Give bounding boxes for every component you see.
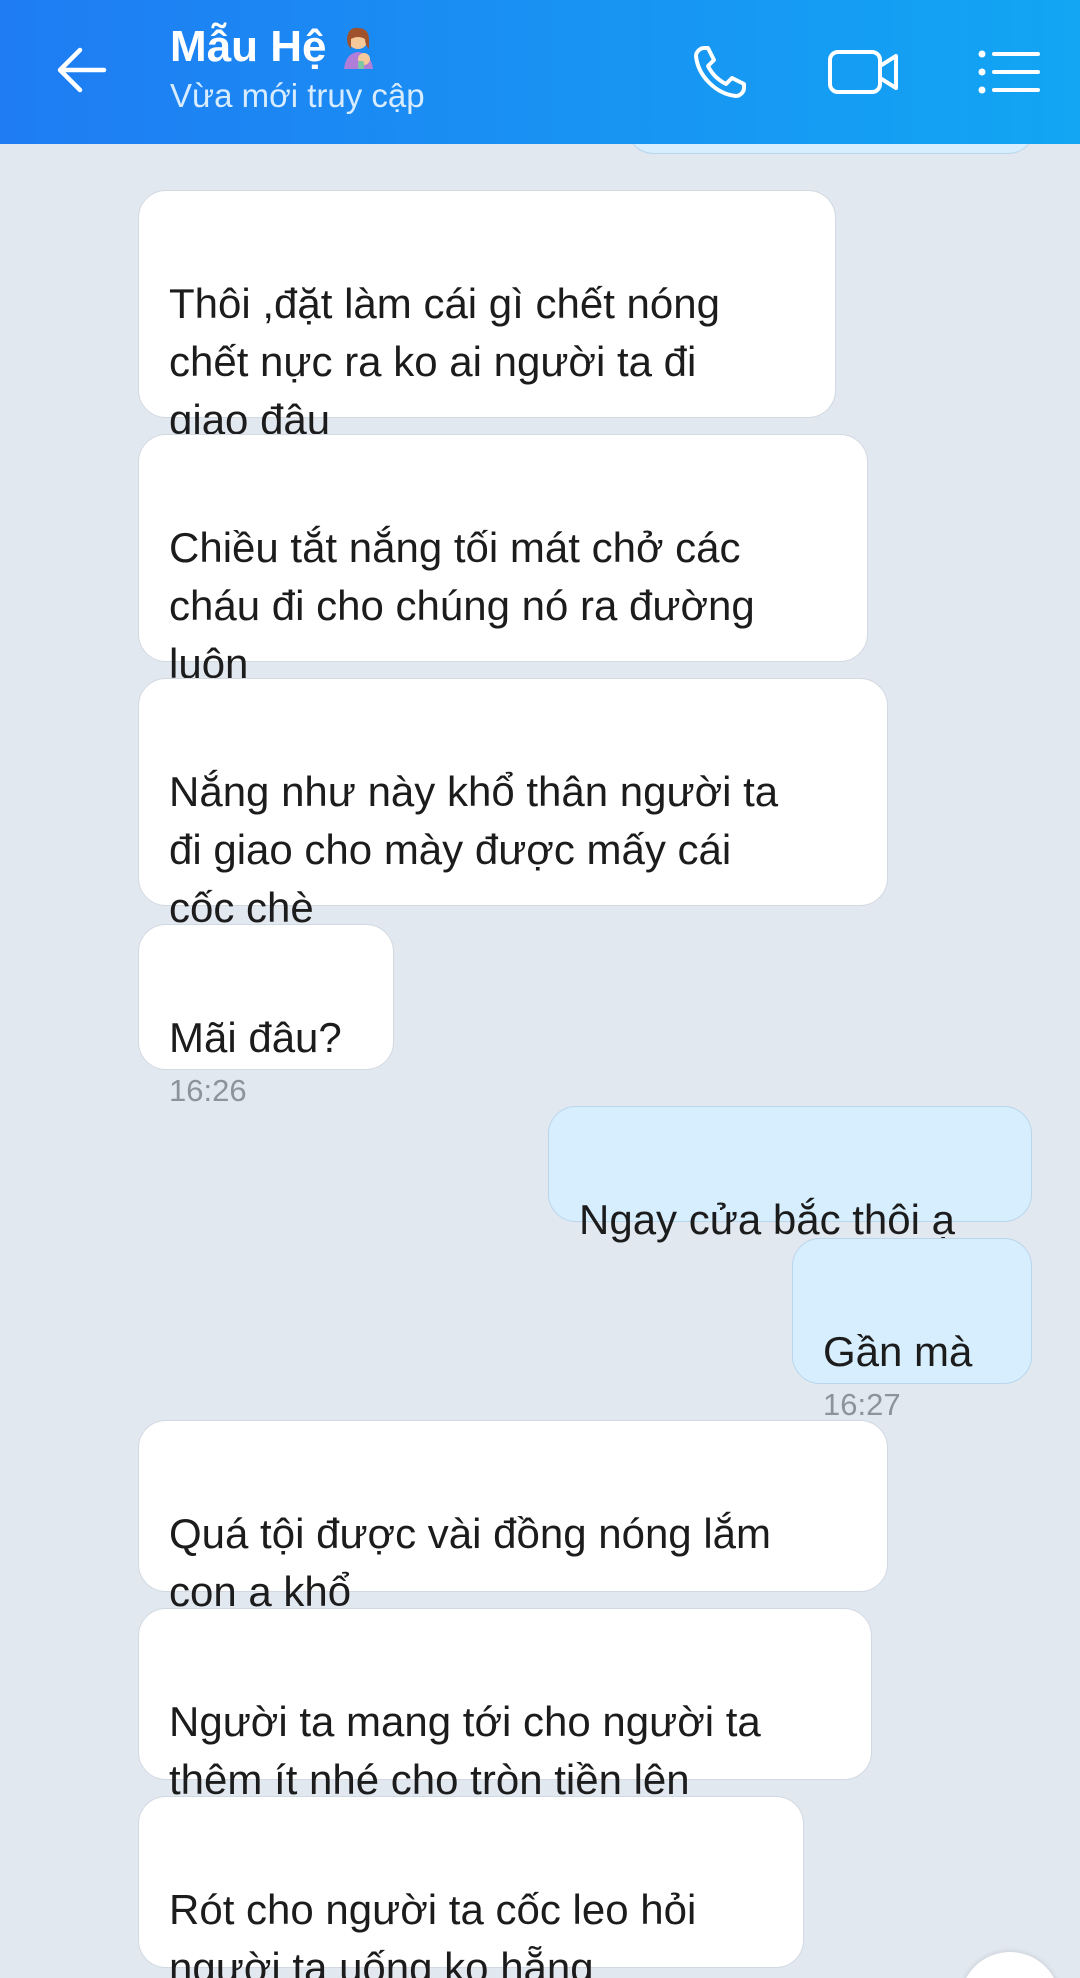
message-time: 16:27: [823, 1387, 901, 1422]
message-text: Gần mà: [823, 1328, 973, 1375]
message-text: Nắng như này khổ thân người ta đi giao c…: [169, 768, 779, 931]
message-bubble[interactable]: Rót cho người ta cốc leo hỏi người ta uố…: [138, 1796, 804, 1978]
message-time: 16:26: [169, 1073, 247, 1108]
video-camera-icon: [828, 50, 898, 94]
options-menu-button[interactable]: [972, 40, 1044, 104]
contact-name: Mẫu Hệ: [170, 22, 327, 71]
video-call-button[interactable]: [826, 40, 898, 104]
scroll-to-bottom-button[interactable]: [960, 1952, 1060, 1978]
message-bubble-mine[interactable]: Ngay cửa bắc thôi ạ: [548, 1106, 1032, 1243]
message-bubble[interactable]: Mãi đâu? 16:26: [138, 924, 394, 1108]
list-menu-icon: [978, 50, 1040, 94]
phone-icon: [694, 46, 746, 98]
arrow-left-icon: [57, 47, 107, 93]
message-text: Quá tội được vài đồng nóng lắm con ạ khổ: [169, 1510, 772, 1615]
message-bubble-mine[interactable]: Gần mà 16:27: [792, 1238, 1032, 1422]
contact-info[interactable]: Mẫu Hệ Vừa mới truy cập: [170, 20, 425, 118]
back-button[interactable]: [52, 40, 124, 104]
message-bubble[interactable]: Chiều tắt nắng tối mát chở các cháu đi c…: [138, 434, 868, 687]
chat-header: Mẫu Hệ Vừa mới truy cập: [0, 0, 1080, 144]
message-bubble[interactable]: Quá tội được vài đồng nóng lắm con ạ khổ: [138, 1420, 888, 1615]
previous-message-bubble: [626, 144, 1036, 154]
voice-call-button[interactable]: [686, 40, 758, 104]
message-text: Rót cho người ta cốc leo hỏi người ta uố…: [169, 1886, 697, 1978]
message-text: Mãi đâu?: [169, 1014, 342, 1061]
message-text: Thôi ,đặt làm cái gì chết nóng chết nực …: [169, 280, 720, 443]
message-bubble[interactable]: Nắng như này khổ thân người ta đi giao c…: [138, 678, 888, 931]
contact-status: Vừa mới truy cập: [170, 77, 425, 114]
message-text: Người ta mang tới cho người ta thêm ít n…: [169, 1698, 761, 1803]
message-text: Ngay cửa bắc thôi ạ: [579, 1196, 955, 1243]
message-bubble[interactable]: Thôi ,đặt làm cái gì chết nóng chết nực …: [138, 190, 836, 443]
chat-messages-area[interactable]: Thôi ,đặt làm cái gì chết nóng chết nực …: [0, 144, 1080, 1978]
contact-name-row: Mẫu Hệ: [170, 20, 425, 74]
message-bubble[interactable]: Người ta mang tới cho người ta thêm ít n…: [138, 1608, 872, 1803]
woman-feeding-baby-emoji: [344, 27, 374, 69]
message-text: Chiều tắt nắng tối mát chở các cháu đi c…: [169, 524, 755, 687]
